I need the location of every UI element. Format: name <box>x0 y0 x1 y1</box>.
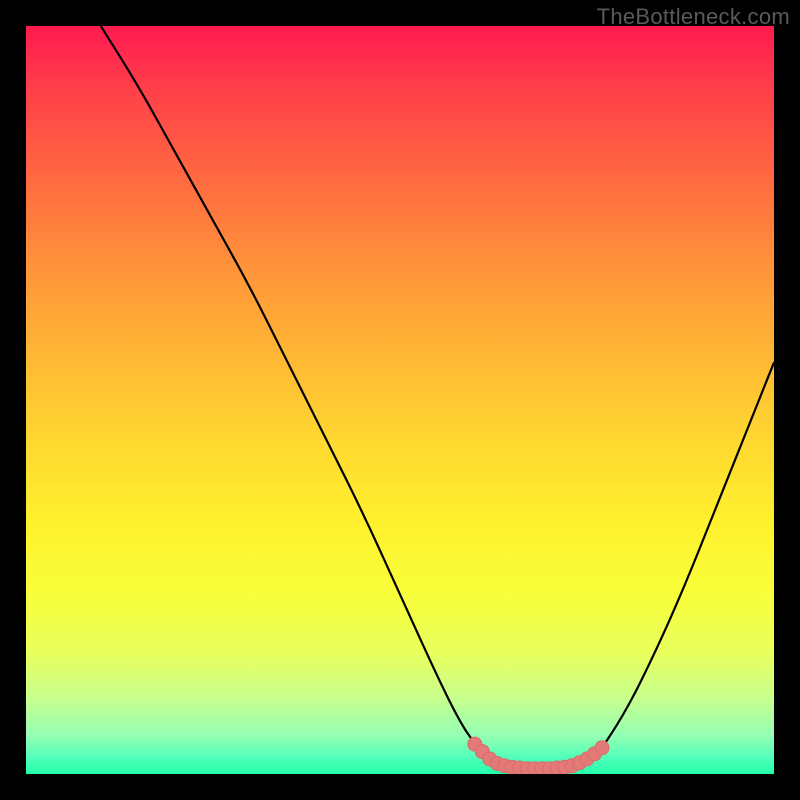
outer-frame: TheBottleneck.com <box>0 0 800 800</box>
marker-dot <box>595 741 609 755</box>
bottleneck-curve <box>101 26 774 770</box>
curve-svg <box>26 26 774 774</box>
marker-cluster <box>468 737 609 774</box>
gradient-plot-area <box>26 26 774 774</box>
watermark-text: TheBottleneck.com <box>597 4 790 30</box>
